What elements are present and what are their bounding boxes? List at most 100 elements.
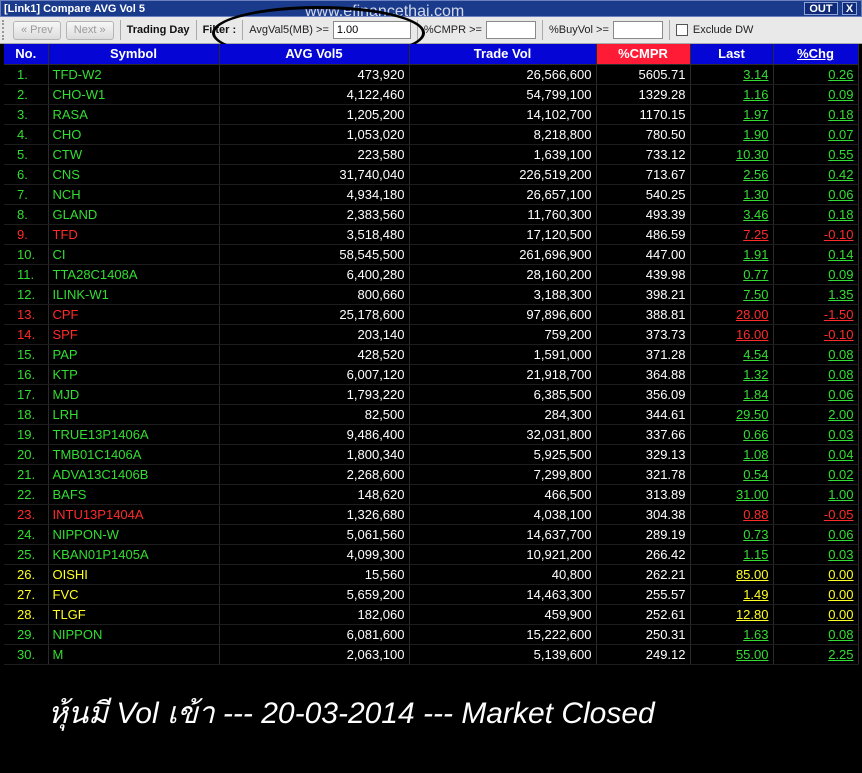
row-last[interactable]: 3.46 [690,204,774,225]
table-row[interactable]: 1. TFD-W2 473,920 26,566,600 5605.71 3.14 0.26 [4,64,859,85]
row-chg-value[interactable]: 0.06 [828,527,853,542]
row-chg-value[interactable]: -0.05 [824,507,854,522]
row-last[interactable]: 1.30 [690,184,774,205]
row-symbol[interactable]: TRUE13P1406A [48,424,220,445]
row-symbol[interactable]: CNS [48,164,220,185]
col-last[interactable]: Last [690,44,774,65]
out-button[interactable]: OUT [804,2,838,15]
row-chg-value[interactable]: 0.42 [828,167,853,182]
table-row[interactable]: 13. CPF 25,178,600 97,896,600 388.81 28.00 -1.… [4,304,859,325]
row-last[interactable]: 3.14 [690,64,774,85]
row-symbol[interactable]: PAP [48,344,220,365]
row-symbol[interactable]: KBAN01P1405A [48,544,220,565]
row-chg-value[interactable]: 0.08 [828,347,853,362]
row-chg-value[interactable]: 0.18 [828,107,853,122]
row-symbol[interactable]: TFD-W2 [48,64,220,85]
row-symbol[interactable]: TTA28C1408A [48,264,220,285]
table-row[interactable]: 10. CI 58,545,500 261,696,900 447.00 1.91 0.14 [4,244,859,265]
row-symbol[interactable]: TLGF [48,604,220,625]
row-chg[interactable]: 1.35 [773,284,859,305]
table-row[interactable]: 29. NIPPON 6,081,600 15,222,600 250.31 1.63 0.… [4,624,859,645]
row-last-value[interactable]: 0.88 [743,507,768,522]
table-row[interactable]: 16. KTP 6,007,120 21,918,700 364.88 1.32 0.08 [4,364,859,385]
table-row[interactable]: 5. CTW 223,580 1,639,100 733.12 10.30 0.55 [4,144,859,165]
row-chg-value[interactable]: 0.26 [828,67,853,82]
row-last[interactable]: 1.49 [690,584,774,605]
avgval5-input[interactable]: 1.00 [332,21,411,39]
row-chg[interactable]: 0.14 [773,244,859,265]
col-chg[interactable]: %Chg [773,44,859,65]
row-chg-value[interactable]: 0.03 [828,427,853,442]
row-symbol[interactable]: NIPPON-W [48,524,220,545]
row-chg-value[interactable]: 0.04 [828,447,853,462]
row-last[interactable]: 28.00 [690,304,774,325]
row-chg[interactable]: 0.26 [773,64,859,85]
table-row[interactable]: 30. M 2,063,100 5,139,600 249.12 55.00 2.25 [4,644,859,665]
row-symbol[interactable]: CTW [48,144,220,165]
row-chg-value[interactable]: 0.02 [828,467,853,482]
row-chg-value[interactable]: 0.00 [828,607,853,622]
row-chg[interactable]: 0.08 [773,344,859,365]
row-chg[interactable]: 0.55 [773,144,859,165]
row-last-value[interactable]: 0.73 [743,527,768,542]
row-last-value[interactable]: 1.90 [743,127,768,142]
row-last[interactable]: 1.63 [690,624,774,645]
exclude-dw-checkbox[interactable] [675,24,688,36]
row-last-value[interactable]: 0.54 [743,467,768,482]
row-symbol[interactable]: CHO [48,124,220,145]
row-last[interactable]: 7.25 [690,224,774,245]
row-chg[interactable]: -0.10 [773,324,859,345]
row-last[interactable]: 1.16 [690,84,774,105]
row-chg[interactable]: 0.08 [773,364,859,385]
table-row[interactable]: 19. TRUE13P1406A 9,486,400 32,031,800 337.66… [4,424,859,445]
row-chg-value[interactable]: 0.00 [828,567,853,582]
row-chg-value[interactable]: -1.50 [824,307,854,322]
row-chg[interactable]: 0.03 [773,424,859,445]
table-row[interactable]: 11. TTA28C1408A 6,400,280 28,160,200 439.98 0… [4,264,859,285]
row-symbol[interactable]: ADVA13C1406B [48,464,220,485]
row-symbol[interactable]: KTP [48,364,220,385]
row-last[interactable]: 1.97 [690,104,774,125]
row-last[interactable]: 12.80 [690,604,774,625]
row-last[interactable]: 1.32 [690,364,774,385]
row-last-value[interactable]: 1.97 [743,107,768,122]
row-chg[interactable]: 0.09 [773,84,859,105]
row-chg-value[interactable]: 0.06 [828,387,853,402]
row-last-value[interactable]: 1.30 [743,187,768,202]
row-chg[interactable]: 0.07 [773,124,859,145]
row-chg[interactable]: 2.00 [773,404,859,425]
row-last-value[interactable]: 1.16 [743,87,768,102]
row-last[interactable]: 1.91 [690,244,774,265]
row-chg[interactable]: -1.50 [773,304,859,325]
row-last[interactable]: 31.00 [690,484,774,505]
table-row[interactable]: 9. TFD 3,518,480 17,120,500 486.59 7.25 -0.10 [4,224,859,245]
row-last-value[interactable]: 1.63 [743,627,768,642]
row-last-value[interactable]: 1.84 [743,387,768,402]
row-chg-value[interactable]: 1.35 [828,287,853,302]
row-last-value[interactable]: 2.56 [743,167,768,182]
row-symbol[interactable]: BAFS [48,484,220,505]
table-row[interactable]: 20. TMB01C1406A 1,800,340 5,925,500 329.13 1.… [4,444,859,465]
row-chg[interactable]: -0.10 [773,224,859,245]
table-row[interactable]: 22. BAFS 148,620 466,500 313.89 31.00 1.00 [4,484,859,505]
row-symbol[interactable]: OISHI [48,564,220,585]
row-chg-value[interactable]: 0.06 [828,187,853,202]
row-last-value[interactable]: 7.50 [743,287,768,302]
row-chg[interactable]: 0.00 [773,584,859,605]
row-last[interactable]: 0.77 [690,264,774,285]
row-symbol[interactable]: NCH [48,184,220,205]
col-avg-vol5[interactable]: AVG Vol5 [219,44,410,65]
row-chg[interactable]: 0.08 [773,624,859,645]
row-last[interactable]: 10.30 [690,144,774,165]
table-row[interactable]: 24. NIPPON-W 5,061,560 14,637,700 289.19 0.73… [4,524,859,545]
row-last-value[interactable]: 10.30 [736,147,769,162]
row-chg[interactable]: 0.18 [773,204,859,225]
row-last-value[interactable]: 1.91 [743,247,768,262]
table-row[interactable]: 25. KBAN01P1405A 4,099,300 10,921,200 266.42… [4,544,859,565]
row-symbol[interactable]: CPF [48,304,220,325]
row-last-value[interactable]: 4.54 [743,347,768,362]
close-button[interactable]: X [842,2,857,15]
row-chg[interactable]: 0.09 [773,264,859,285]
row-chg[interactable]: 2.25 [773,644,859,665]
row-last[interactable]: 16.00 [690,324,774,345]
